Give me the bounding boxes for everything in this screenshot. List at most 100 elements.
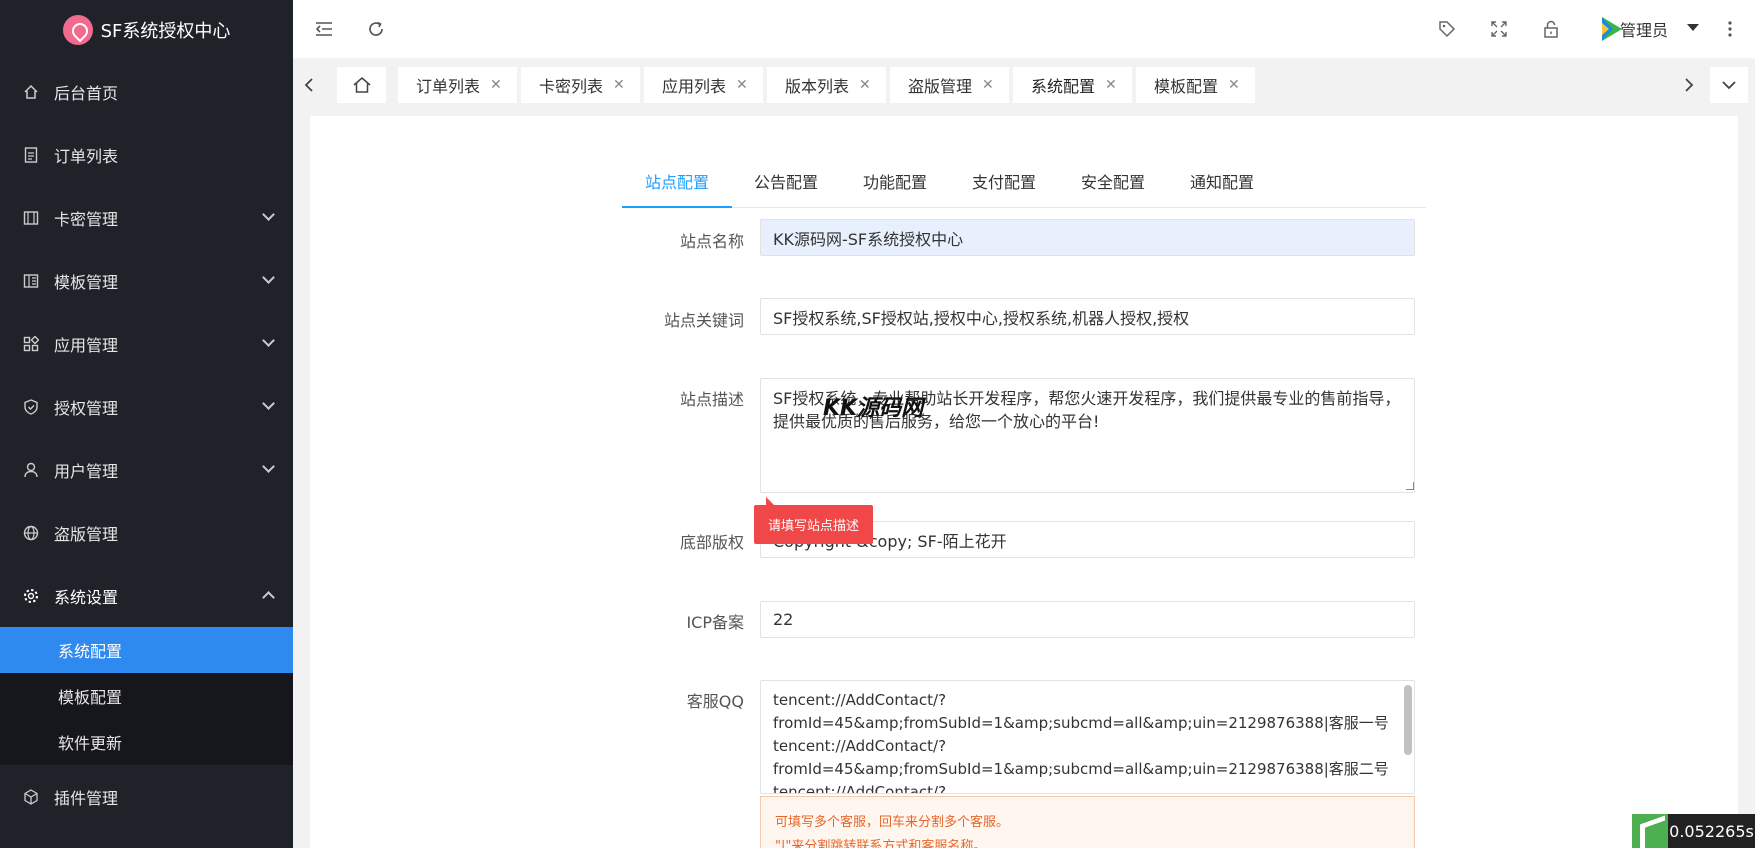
tab-label: 版本列表 (785, 77, 850, 96)
sidebar-item-apps[interactable]: 应用管理 (0, 312, 293, 375)
subtab-feature-config[interactable]: 功能配置 (863, 154, 927, 207)
tab-label: 模板配置 (1154, 77, 1219, 96)
subtab-announcement-config[interactable]: 公告配置 (754, 154, 818, 207)
caret-down-icon[interactable] (1687, 24, 1699, 31)
card-icon (22, 209, 40, 227)
service-qq-wrapper (760, 680, 1415, 794)
tab-label: 系统配置 (1031, 77, 1096, 96)
tab-home[interactable] (337, 67, 386, 103)
subtab-payment-config[interactable]: 支付配置 (972, 154, 1036, 207)
chevron-right-icon[interactable] (1673, 67, 1705, 103)
tab-label: 盗版管理 (908, 77, 973, 96)
tab-cards[interactable]: 卡密列表 ✕ (521, 67, 640, 103)
sidebar-item-label: 用户管理 (54, 461, 119, 481)
sidebar-item-settings[interactable]: 系统设置 (0, 564, 293, 627)
close-icon[interactable]: ✕ (1228, 77, 1240, 93)
chevron-down-icon[interactable] (1710, 67, 1748, 103)
home-icon (353, 77, 370, 93)
sidebar-item-orders[interactable]: 订单列表 (0, 123, 293, 186)
icp-input[interactable]: 22 (760, 601, 1415, 638)
service-qq-textarea[interactable] (761, 681, 1401, 793)
tab-apps[interactable]: 应用列表 ✕ (644, 67, 763, 103)
lock-icon[interactable] (1538, 16, 1564, 42)
sidebar-item-users[interactable]: 用户管理 (0, 438, 293, 501)
subtab-security-config[interactable]: 安全配置 (1081, 154, 1145, 207)
chevron-down-icon (262, 334, 275, 347)
service-qq-hint: 可填写多个客服，回车来分割多个客服。 "|"来分割跳转联系方式和客服名称。 (760, 796, 1415, 848)
cube-icon (22, 788, 40, 806)
tab-bar: 订单列表 ✕ 卡密列表 ✕ 应用列表 ✕ 版本列表 ✕ 盗版管理 ✕ 系统配置 ✕ 模板配置… (293, 58, 1755, 112)
close-icon[interactable]: ✕ (1105, 77, 1117, 93)
chevron-up-icon (262, 591, 275, 604)
tab-orders[interactable]: 订单列表 ✕ (398, 67, 517, 103)
chevron-down-icon (262, 397, 275, 410)
sidebar-subitem-software-update[interactable]: 软件更新 (0, 719, 293, 765)
timer-value: 0.052265s (1668, 814, 1755, 848)
active-tab-indicator (622, 206, 732, 208)
tab-label: 订单列表 (416, 77, 481, 96)
app-title: SF系统授权中心 (100, 21, 231, 42)
gear-icon (22, 587, 40, 605)
chevron-left-icon[interactable] (293, 67, 325, 103)
icp-label: ICP备案 (686, 613, 744, 632)
file-icon (22, 146, 40, 164)
more-vertical-icon[interactable] (1723, 16, 1737, 42)
sidebar-item-label: 模板管理 (54, 272, 119, 292)
sidebar-item-label: 系统设置 (54, 587, 119, 607)
subtab-site-config[interactable]: 站点配置 (645, 154, 709, 207)
page-timer: 0.052265s (1632, 814, 1755, 848)
service-qq-label: 客服QQ (686, 692, 744, 711)
template-icon (22, 272, 40, 290)
tab-piracy[interactable]: 盗版管理 ✕ (890, 67, 1009, 103)
site-keywords-input[interactable]: SF授权系统,SF授权站,授权中心,授权系统,机器人授权,授权 (760, 298, 1415, 335)
sidebar-item-templates[interactable]: 模板管理 (0, 249, 293, 312)
close-icon[interactable]: ✕ (982, 77, 994, 93)
tab-template-config[interactable]: 模板配置 ✕ (1136, 67, 1255, 103)
apps-icon (22, 335, 40, 353)
sidebar-item-label: 应用管理 (54, 335, 119, 355)
chevron-down-icon (262, 208, 275, 221)
menu-toggle-icon[interactable] (311, 16, 337, 42)
tab-versions[interactable]: 版本列表 ✕ (767, 67, 886, 103)
validation-tooltip: 请填写站点描述 (754, 497, 874, 544)
tab-system-config[interactable]: 系统配置 ✕ (1013, 67, 1132, 103)
globe-icon (22, 524, 40, 542)
close-icon[interactable]: ✕ (859, 77, 871, 93)
sidebar-item-label: 后台首页 (54, 83, 119, 103)
resize-handle-icon[interactable] (1406, 482, 1414, 490)
sidebar-item-cards[interactable]: 卡密管理 (0, 186, 293, 249)
sidebar-item-plugins[interactable]: 插件管理 (0, 765, 293, 829)
sidebar-item-piracy[interactable]: 盗版管理 (0, 501, 293, 564)
close-icon[interactable]: ✕ (490, 77, 502, 93)
hint-line: "|"来分割跳转联系方式和客服名称。 (775, 839, 987, 848)
sidebar-subitem-template-config[interactable]: 模板配置 (0, 673, 293, 719)
sidebar-item-label: 卡密管理 (54, 209, 119, 229)
fullscreen-icon[interactable] (1486, 16, 1512, 42)
footer-copyright-label: 底部版权 (679, 533, 744, 552)
top-header: 管理员 (293, 0, 1755, 58)
sidebar-item-home[interactable]: 后台首页 (0, 60, 293, 123)
sidebar-subitem-system-config[interactable]: 系统配置 (0, 627, 293, 673)
subtab-notification-config[interactable]: 通知配置 (1190, 154, 1254, 207)
user-icon (22, 461, 40, 479)
chevron-down-icon (262, 271, 275, 284)
hint-line: 可填写多个客服，回车来分割多个客服。 (775, 815, 1010, 830)
sidebar-item-auth[interactable]: 授权管理 (0, 375, 293, 438)
refresh-icon[interactable] (363, 16, 389, 42)
site-name-label: 站点名称 (679, 232, 744, 251)
settings-submenu: 系统配置 模板配置 软件更新 (0, 627, 293, 765)
shield-icon (22, 398, 40, 416)
close-icon[interactable]: ✕ (736, 77, 748, 93)
tab-label: 卡密列表 (539, 77, 604, 96)
site-keywords-label: 站点关键词 (663, 311, 744, 330)
close-icon[interactable]: ✕ (613, 77, 625, 93)
admin-name[interactable]: 管理员 (1620, 17, 1668, 41)
tag-icon[interactable] (1434, 16, 1460, 42)
config-subtabs: 站点配置 公告配置 功能配置 支付配置 安全配置 通知配置 (622, 154, 1426, 208)
scrollbar-thumb[interactable] (1404, 685, 1412, 755)
app-logo[interactable]: SF系统授权中心 (0, 0, 293, 60)
watermark: KK源码网 (823, 396, 924, 421)
sidebar-item-label: 插件管理 (54, 789, 119, 808)
sidebar: SF系统授权中心 后台首页 订单列表 卡密管理 模板管理 应用管理 授权管理 用… (0, 0, 293, 848)
site-name-input[interactable]: KK源码网-SF系统授权中心 (760, 219, 1415, 256)
